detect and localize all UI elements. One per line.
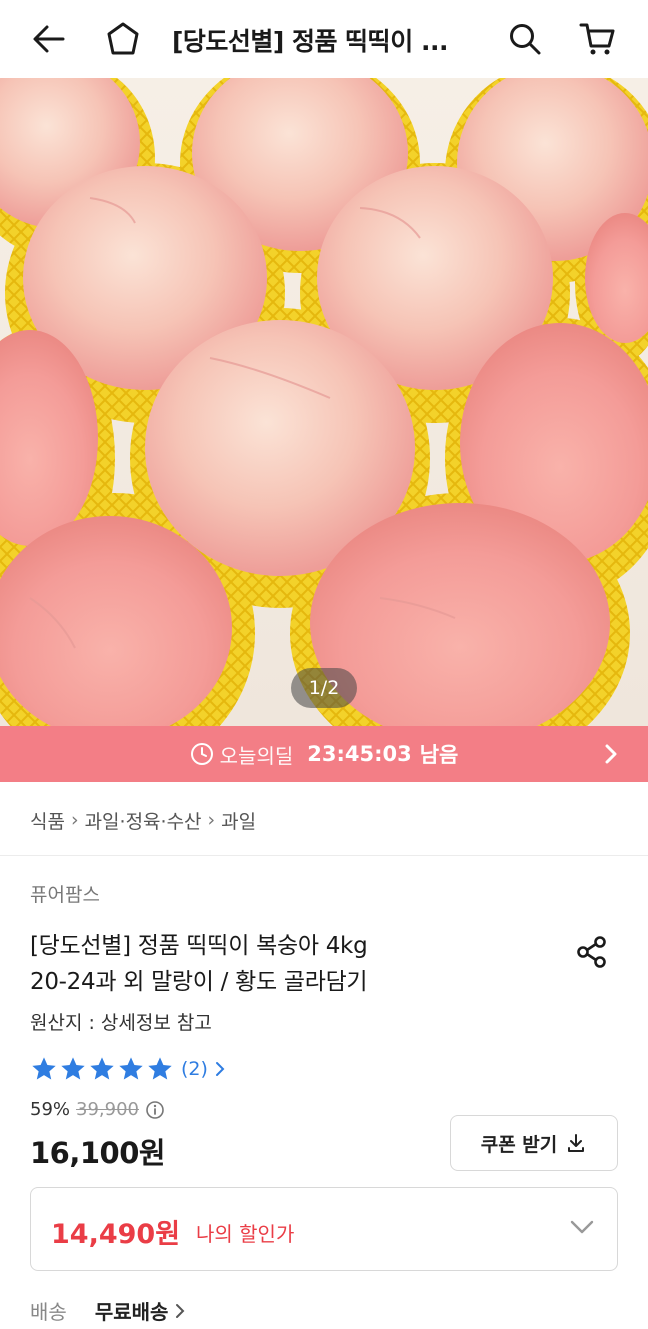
deal-label: 오늘의딜 [219, 743, 294, 768]
origin-info: 원산지 : 상세정보 참고 [30, 1012, 212, 1034]
chevron-right-icon [605, 744, 617, 764]
chevron-right-icon: › [70, 809, 79, 831]
peach-photo [0, 78, 648, 726]
star-icon [148, 1057, 172, 1080]
product-title: [당도선별] 정품 띡띡이 복숭아 4kg 20-24과 외 말랑이 / 황도 … [30, 928, 550, 1000]
shipping-value: 무료배송 [94, 1300, 169, 1324]
search-icon [510, 24, 541, 55]
review-count: (2) [181, 1058, 208, 1080]
clock-icon [190, 743, 213, 765]
my-discount-label: 나의 할인가 [196, 1222, 295, 1246]
discount-row: 59% 39,900 [30, 1099, 165, 1120]
sale-price: 16,100원 [30, 1136, 166, 1170]
breadcrumb: 식품 › 과일·정육·수산 › 과일 [30, 806, 256, 834]
cart-button[interactable] [572, 14, 622, 64]
coupon-label: 쿠폰 받기 [480, 1133, 558, 1156]
deal-countdown: 23:45:03 [307, 742, 412, 766]
star-icon [119, 1057, 143, 1080]
star-icon [90, 1057, 114, 1080]
star-icon [61, 1057, 85, 1080]
search-button[interactable] [500, 14, 550, 64]
product-image[interactable]: 1/2 [0, 78, 648, 726]
rating-summary[interactable]: (2) [30, 1055, 226, 1083]
chevron-right-icon: › [207, 809, 216, 831]
back-arrow-icon [33, 25, 65, 53]
original-price: 39,900 [76, 1099, 139, 1120]
star-icon [32, 1057, 56, 1080]
top-app-bar: [당도선별] 정품 띡띡이 ... [0, 0, 648, 78]
shipping-row[interactable]: 배송 무료배송 [30, 1296, 186, 1325]
cart-icon [579, 23, 615, 55]
breadcrumb-item-fresh[interactable]: 과일·정육·수산 [85, 807, 202, 834]
discount-percent: 59% [30, 1099, 71, 1120]
chevron-right-icon [176, 1303, 185, 1318]
seller-name[interactable]: 퓨어팜스 [30, 880, 100, 907]
page-title: [당도선별] 정품 띡띡이 ... [172, 27, 448, 56]
back-button[interactable] [24, 14, 74, 64]
image-pager: 1/2 [291, 668, 357, 708]
product-title-line2: 20-24과 외 말랑이 / 황도 골라담기 [30, 969, 368, 995]
todays-deal-banner[interactable]: 오늘의딜 23:45:03 남음 [0, 726, 648, 782]
section-divider [0, 855, 648, 856]
home-button[interactable] [98, 14, 148, 64]
chevron-down-icon [570, 1220, 594, 1234]
get-coupon-button[interactable]: 쿠폰 받기 [450, 1115, 618, 1171]
share-icon [577, 936, 606, 968]
download-icon [568, 1134, 585, 1152]
my-discount-price-dropdown[interactable]: 14,490원 나의 할인가 [30, 1187, 618, 1271]
home-icon [107, 22, 139, 55]
share-button[interactable] [570, 930, 614, 974]
breadcrumb-item-food[interactable]: 식품 [30, 807, 65, 834]
my-discount-price: 14,490원 [51, 1219, 181, 1250]
deal-remaining-label: 남음 [419, 743, 459, 767]
breadcrumb-item-fruit[interactable]: 과일 [221, 807, 256, 834]
info-icon[interactable] [145, 1100, 165, 1120]
shipping-label: 배송 [30, 1300, 67, 1324]
product-title-line1: [당도선별] 정품 띡띡이 복숭아 4kg [30, 933, 368, 959]
chevron-right-icon [215, 1062, 225, 1076]
